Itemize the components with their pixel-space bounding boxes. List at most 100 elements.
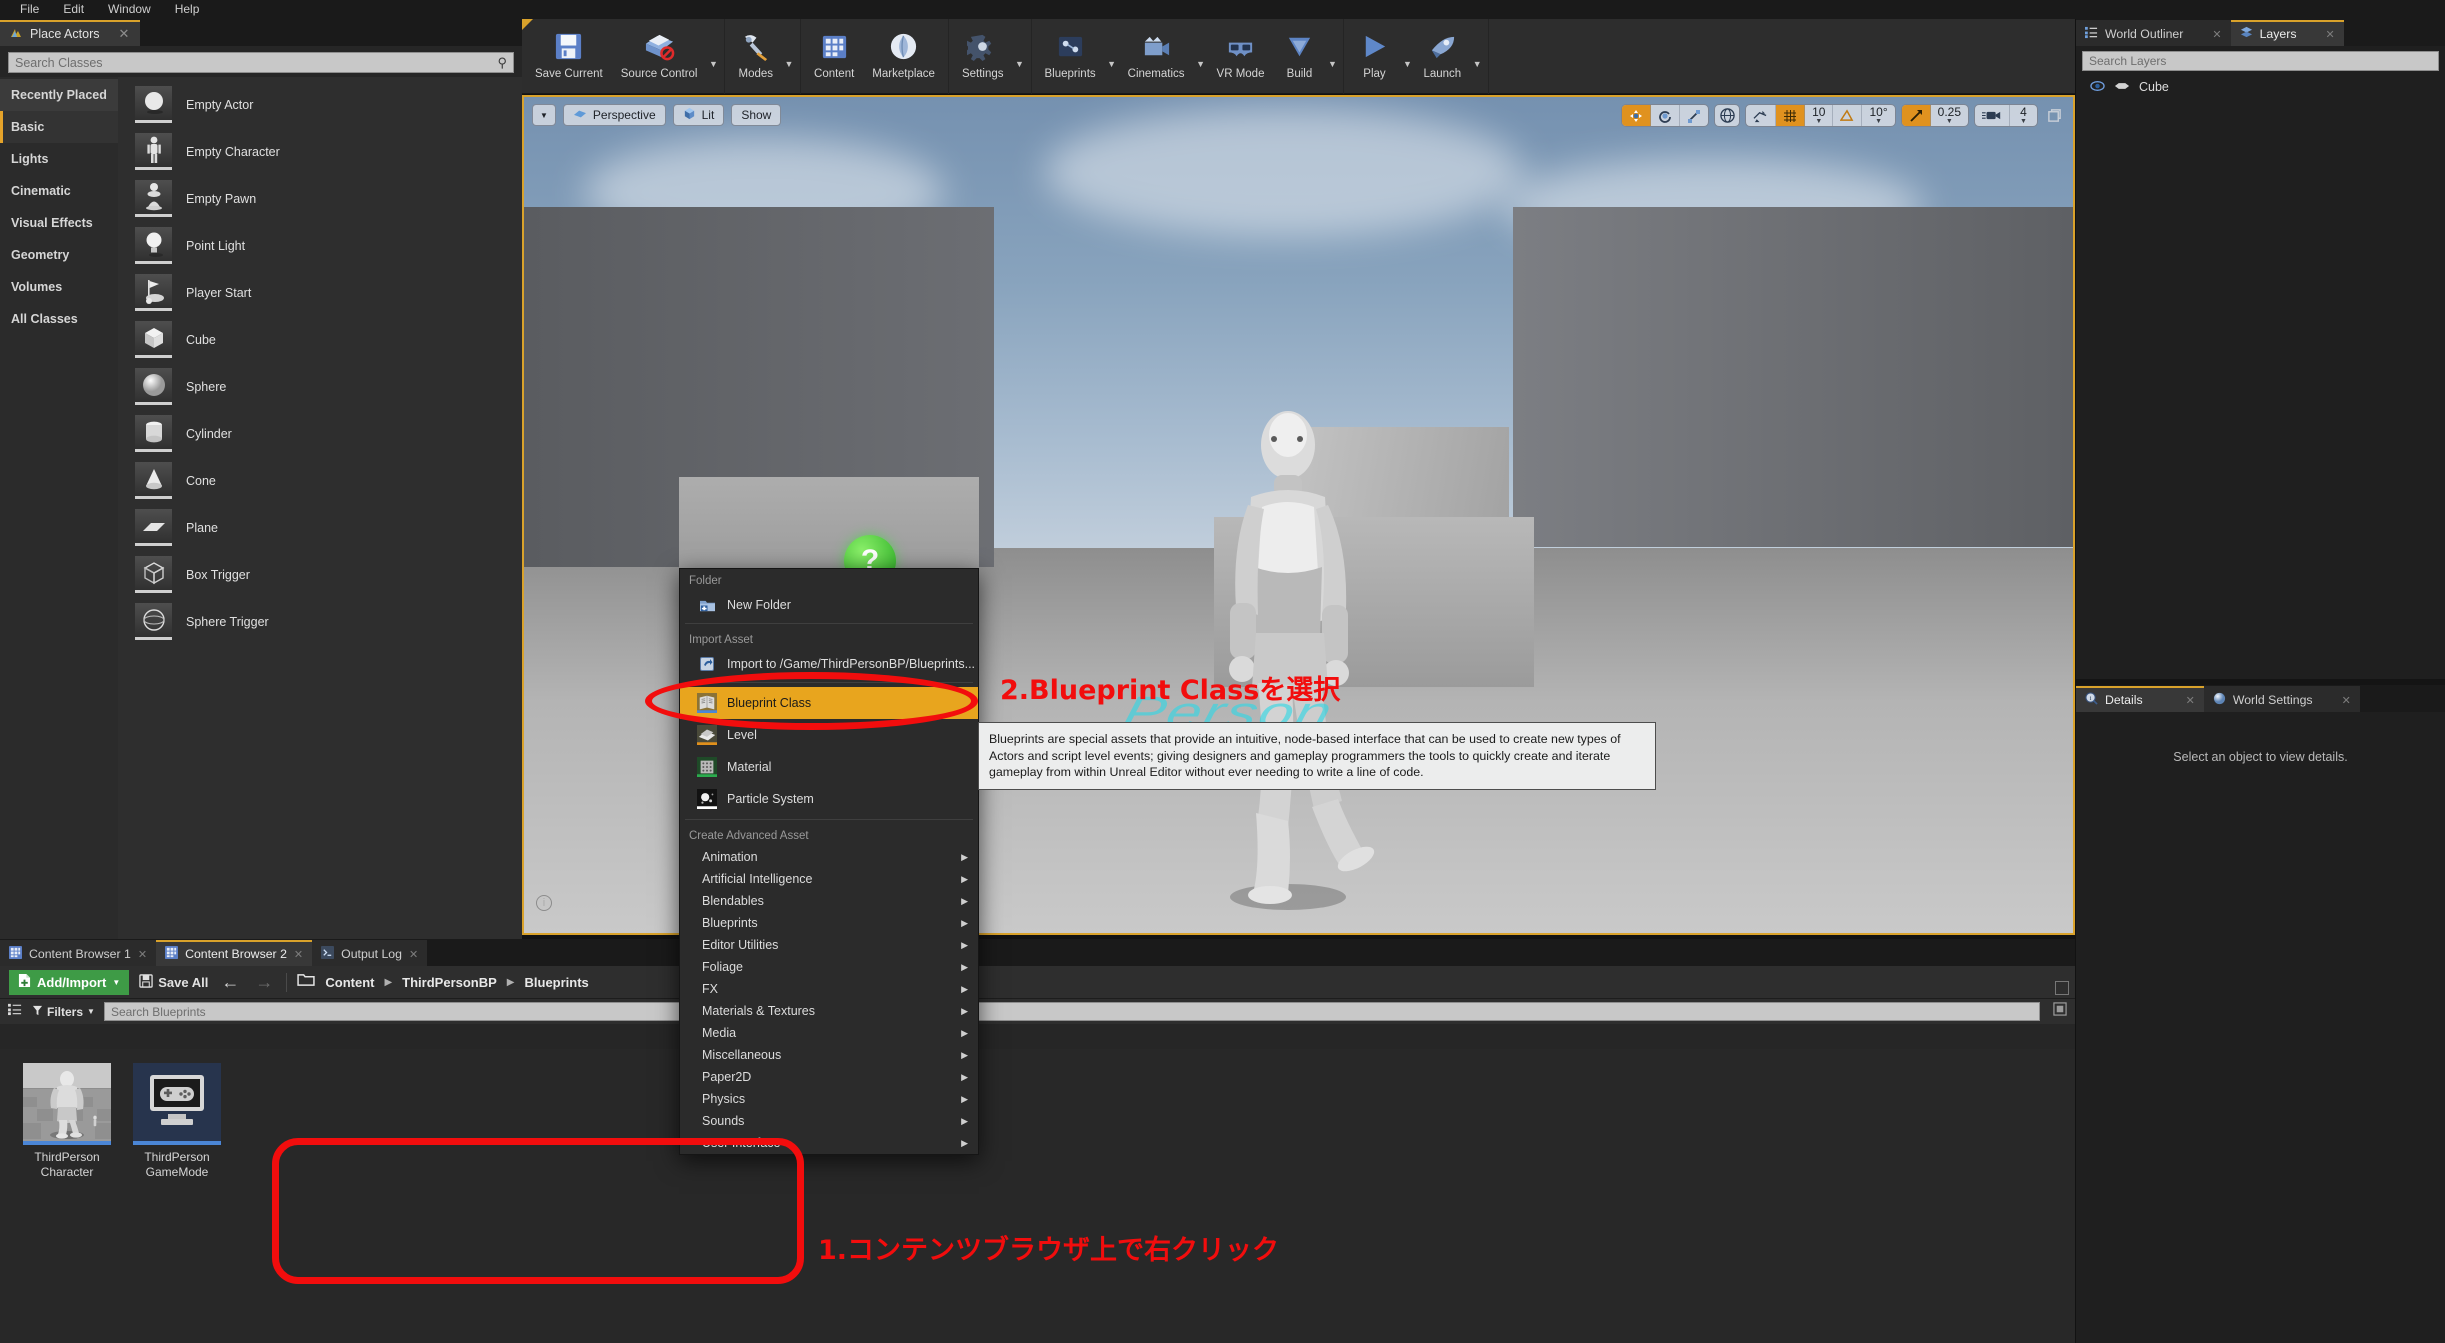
camera-speed-dropdown[interactable]: 4 ▼ — [2010, 105, 2037, 126]
actor-item-empty-actor[interactable]: Empty Actor — [118, 81, 522, 128]
category-volumes[interactable]: Volumes — [0, 271, 118, 303]
actor-item-box-trigger[interactable]: Box Trigger — [118, 551, 522, 598]
context-submenu-sounds[interactable]: Sounds ▶ — [680, 1110, 978, 1132]
close-icon[interactable]: ✕ — [2326, 28, 2335, 41]
breadcrumb-content[interactable]: Content — [325, 975, 374, 990]
tab-content-browser-1[interactable]: Content Browser 1 ✕ — [0, 940, 157, 966]
vr-mode-button[interactable]: VR Mode — [1208, 19, 1274, 91]
category-lights[interactable]: Lights — [0, 143, 118, 175]
context-submenu-fx[interactable]: FX ▶ — [680, 978, 978, 1000]
build-dropdown-caret-icon[interactable]: ▼ — [1325, 19, 1339, 91]
launch-dropdown-caret-icon[interactable]: ▼ — [1470, 19, 1484, 91]
context-submenu-physics[interactable]: Physics ▶ — [680, 1088, 978, 1110]
launch-button[interactable]: Launch — [1414, 19, 1470, 91]
scale-size-dropdown[interactable]: 0.25 ▼ — [1931, 105, 1968, 126]
category-basic[interactable]: Basic — [0, 111, 118, 143]
settings-button[interactable]: Settings — [953, 19, 1013, 91]
tab-world-settings[interactable]: World Settings ✕ — [2203, 686, 2360, 712]
tab-place-actors[interactable]: Place Actors ✕ — [0, 20, 141, 46]
source-control-dropdown-caret-icon[interactable]: ▼ — [706, 19, 720, 91]
category-recently-placed[interactable]: Recently Placed — [0, 79, 118, 111]
cinematics-dropdown-caret-icon[interactable]: ▼ — [1194, 19, 1208, 91]
layers-search[interactable] — [2082, 51, 2439, 71]
coordinate-system-button[interactable] — [1714, 104, 1741, 127]
maximize-viewport-icon[interactable] — [2043, 105, 2065, 127]
context-submenu-blendables[interactable]: Blendables ▶ — [680, 890, 978, 912]
viewport-info-icon[interactable]: i — [536, 895, 552, 911]
close-icon[interactable]: ✕ — [2342, 694, 2351, 707]
actor-item-empty-pawn[interactable]: Empty Pawn — [118, 175, 522, 222]
back-arrow-icon[interactable]: ← — [218, 972, 242, 993]
context-item-particle-system[interactable]: Particle System — [680, 783, 978, 815]
context-submenu-materials-textures[interactable]: Materials & Textures ▶ — [680, 1000, 978, 1022]
context-submenu-artificial-intelligence[interactable]: Artificial Intelligence ▶ — [680, 868, 978, 890]
menu-item-window[interactable]: Window — [96, 0, 163, 19]
actor-item-point-light[interactable]: Point Light — [118, 222, 522, 269]
save-current-button[interactable]: Save Current — [526, 19, 612, 91]
context-submenu-animation[interactable]: Animation ▶ — [680, 846, 978, 868]
perspective-button[interactable]: Perspective — [562, 104, 666, 126]
actor-item-cone[interactable]: Cone — [118, 457, 522, 504]
context-item-new-folder[interactable]: New Folder — [680, 591, 978, 619]
context-submenu-foliage[interactable]: Foliage ▶ — [680, 956, 978, 978]
grid-snap-toggle[interactable] — [1776, 105, 1806, 126]
build-button[interactable]: Build — [1273, 19, 1325, 91]
menu-item-file[interactable]: File — [8, 0, 51, 19]
close-icon[interactable]: ✕ — [294, 948, 303, 961]
tab-details[interactable]: i Details ✕ — [2076, 686, 2204, 712]
scale-snap-toggle[interactable] — [1901, 105, 1931, 126]
place-actors-search[interactable]: ⚲ — [8, 52, 514, 73]
viewport-options-button[interactable]: ▼ — [532, 104, 556, 126]
search-blueprints-input[interactable] — [110, 1004, 2033, 1019]
category-visual-effects[interactable]: Visual Effects — [0, 207, 118, 239]
category-cinematic[interactable]: Cinematic — [0, 175, 118, 207]
context-submenu-miscellaneous[interactable]: Miscellaneous ▶ — [680, 1044, 978, 1066]
actor-item-player-start[interactable]: Player Start — [118, 269, 522, 316]
source-control-button[interactable]: Source Control — [612, 19, 707, 91]
close-icon[interactable]: ✕ — [118, 26, 129, 42]
angle-snap-toggle[interactable] — [1833, 105, 1863, 126]
actor-item-sphere-trigger[interactable]: Sphere Trigger — [118, 598, 522, 645]
settings-dropdown-caret-icon[interactable]: ▼ — [1013, 19, 1027, 91]
blueprints-dropdown-caret-icon[interactable]: ▼ — [1105, 19, 1119, 91]
category-all-classes[interactable]: All Classes — [0, 303, 118, 335]
view-mode-button[interactable]: Lit — [672, 104, 725, 126]
search-layers-input[interactable] — [2089, 54, 2432, 68]
layer-row-cube[interactable]: Cube — [2076, 76, 2445, 98]
context-submenu-editor-utilities[interactable]: Editor Utilities ▶ — [680, 934, 978, 956]
save-all-button[interactable]: Save All — [139, 973, 208, 991]
category-geometry[interactable]: Geometry — [0, 239, 118, 271]
play-button[interactable]: Play — [1348, 19, 1400, 91]
actor-item-empty-character[interactable]: Empty Character — [118, 128, 522, 175]
context-item-material[interactable]: Material — [680, 751, 978, 783]
forward-arrow-icon[interactable]: → — [252, 972, 276, 993]
camera-speed-icon[interactable] — [1975, 105, 2010, 126]
play-dropdown-caret-icon[interactable]: ▼ — [1400, 19, 1414, 91]
close-icon[interactable]: ✕ — [2212, 28, 2221, 41]
scale-tool-button[interactable] — [1680, 105, 1708, 126]
add-import-button[interactable]: Add/Import ▼ — [9, 969, 130, 995]
content-browser-view-options-icon[interactable] — [2053, 1002, 2067, 1021]
context-submenu-blueprints[interactable]: Blueprints ▶ — [680, 912, 978, 934]
filters-button[interactable]: Filters ▼ — [32, 1005, 95, 1019]
menu-item-help[interactable]: Help — [163, 0, 212, 19]
menu-item-edit[interactable]: Edit — [51, 0, 96, 19]
actor-item-cylinder[interactable]: Cylinder — [118, 410, 522, 457]
close-icon[interactable]: ✕ — [409, 948, 418, 961]
modes-button[interactable]: Modes — [729, 19, 782, 91]
show-menu-button[interactable]: Show — [731, 104, 782, 126]
eye-icon[interactable] — [2090, 80, 2105, 95]
marketplace-button[interactable]: Marketplace — [863, 19, 944, 91]
surface-snap-button[interactable] — [1746, 105, 1777, 126]
source-view-icon[interactable] — [8, 1002, 23, 1021]
rotate-tool-button[interactable] — [1651, 105, 1681, 126]
tab-output-log[interactable]: Output Log ✕ — [312, 940, 428, 966]
breadcrumb-thirdpersonbp[interactable]: ThirdPersonBP — [402, 975, 497, 990]
close-icon[interactable]: ✕ — [2186, 694, 2195, 707]
actor-item-cube[interactable]: Cube — [118, 316, 522, 363]
content-button[interactable]: Content — [805, 19, 863, 91]
cinematics-button[interactable]: Cinematics — [1119, 19, 1194, 91]
actor-item-sphere[interactable]: Sphere — [118, 363, 522, 410]
content-browser-search[interactable] — [103, 1002, 2040, 1021]
actor-item-plane[interactable]: Plane — [118, 504, 522, 551]
